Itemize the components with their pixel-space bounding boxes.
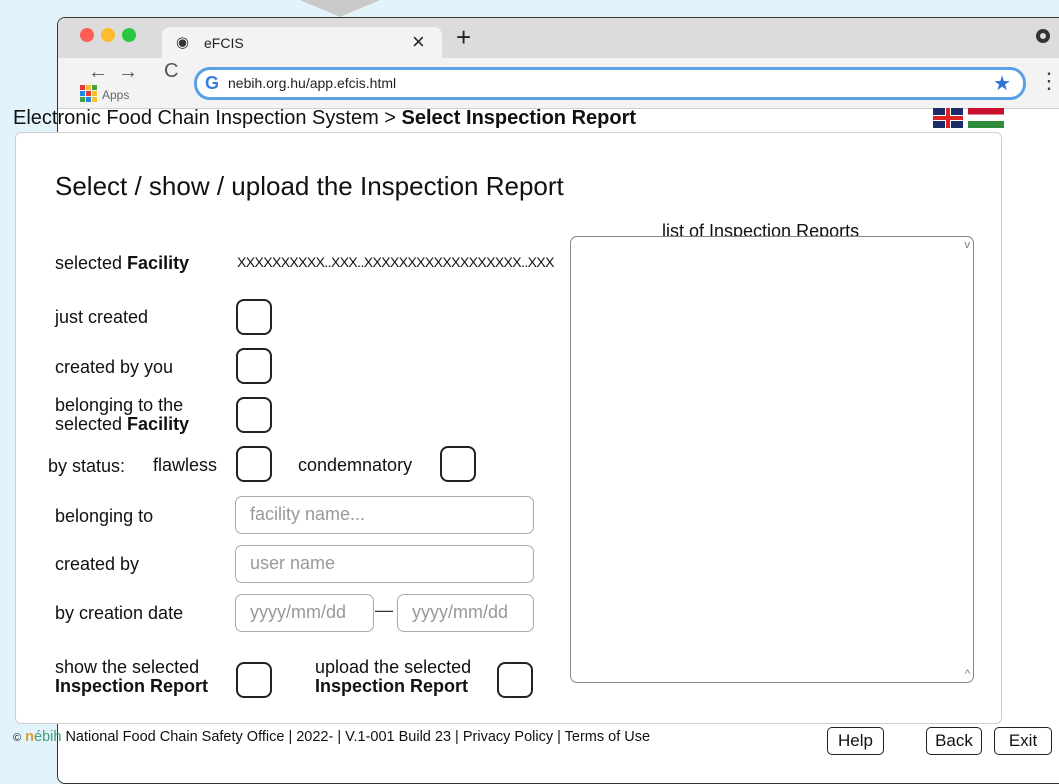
show-selected-report-label: show the selected Inspection Report: [55, 658, 208, 696]
exit-button[interactable]: Exit: [994, 727, 1052, 755]
date-range-dash: —: [375, 600, 393, 620]
english-flag-icon[interactable]: [933, 108, 963, 128]
tab-title: eFCIS: [204, 35, 244, 51]
selected-facility-label: selected Facility: [55, 254, 189, 273]
help-button[interactable]: Help: [827, 727, 884, 755]
page-title: Electronic Food Chain Inspection System …: [13, 107, 636, 130]
show-label-line2: Inspection Report: [55, 675, 209, 696]
belonging-to-selected-facility-label: belonging to the selected Facility: [55, 396, 189, 434]
condemnatory-checkbox[interactable]: [440, 446, 476, 482]
browser-menu-icon[interactable]: ⋮: [1038, 68, 1059, 94]
breadcrumb-separator: >: [378, 107, 402, 129]
copyright-icon: ©: [13, 732, 22, 744]
flawless-checkbox[interactable]: [236, 446, 272, 482]
date-from-input[interactable]: yyyy/mm/dd: [235, 594, 374, 632]
upload-label-line2: Inspection Report: [315, 675, 469, 696]
created-by-you-label: created by you: [55, 357, 174, 377]
address-bar[interactable]: G nebih.org.hu/app.efcis.html ★: [194, 67, 1026, 100]
belonging-label-line1: belonging to the: [55, 395, 184, 415]
just-created-checkbox[interactable]: [236, 299, 272, 335]
belonging-to-label: belonging to: [55, 506, 154, 526]
belonging-label-line2-text: selected: [55, 413, 128, 434]
bookmark-star-icon[interactable]: ★: [993, 71, 1011, 96]
nebih-logo-n: n: [25, 729, 34, 745]
created-by-you-checkbox[interactable]: [236, 348, 272, 384]
zoom-window-dot[interactable]: [122, 28, 136, 42]
back-arrow-icon[interactable]: ←: [88, 61, 108, 84]
close-window-dot[interactable]: [80, 28, 94, 42]
app-name: Electronic Food Chain Inspection System: [13, 107, 379, 129]
apps-grid-icon[interactable]: [80, 85, 97, 102]
footer: © nébih National Food Chain Safety Offic…: [13, 729, 650, 745]
created-by-label: created by: [55, 554, 140, 574]
browser-toolbar: ← → C Apps G nebih.org.hu/app.efcis.html…: [58, 58, 1059, 109]
google-icon: G: [205, 73, 220, 93]
show-selected-report-checkbox[interactable]: [236, 662, 272, 698]
just-created-label: just created: [55, 307, 149, 327]
apps-label[interactable]: Apps: [102, 88, 129, 102]
belonging-to-selected-facility-checkbox[interactable]: [236, 397, 272, 433]
selected-facility-label-bold: Facility: [127, 253, 190, 273]
hungarian-flag-icon[interactable]: [968, 108, 1004, 128]
upload-label-line1: upload the selected: [315, 657, 472, 677]
new-tab-icon[interactable]: +: [456, 22, 471, 53]
date-to-input[interactable]: yyyy/mm/dd: [397, 594, 534, 632]
show-label-line1: show the selected: [55, 657, 200, 677]
browser-titlebar: ◉ eFCIS × +: [58, 18, 1059, 58]
nebih-logo-rest: ébih: [34, 729, 62, 745]
forward-arrow-icon[interactable]: →: [118, 61, 138, 84]
by-status-label: by status:: [48, 456, 126, 476]
flawless-label: flawless: [153, 455, 218, 475]
scroll-down-icon[interactable]: ^: [965, 668, 970, 680]
minimize-window-dot[interactable]: [101, 28, 115, 42]
form-heading: Select / show / upload the Inspection Re…: [55, 171, 564, 201]
condemnatory-label: condemnatory: [298, 455, 413, 475]
footer-text: National Food Chain Safety Office | 2022…: [61, 729, 651, 745]
user-name-input[interactable]: user name: [235, 545, 534, 583]
upload-selected-report-checkbox[interactable]: [497, 662, 533, 698]
facility-name-input[interactable]: facility name...: [235, 496, 534, 534]
belonging-label-line2-bold: Facility: [127, 413, 190, 434]
scroll-up-icon[interactable]: v: [965, 239, 971, 251]
url-text[interactable]: nebih.org.hu/app.efcis.html: [228, 75, 396, 91]
current-page-name: Select Inspection Report: [401, 107, 637, 129]
top-pointer: [300, 0, 380, 17]
upload-selected-report-label: upload the selected Inspection Report: [315, 658, 471, 696]
reload-icon[interactable]: C: [164, 60, 178, 83]
profile-icon[interactable]: [1036, 29, 1050, 43]
creation-date-label: by creation date: [55, 603, 184, 623]
back-button[interactable]: Back: [926, 727, 982, 755]
inspection-report-list[interactable]: v ^: [570, 236, 974, 683]
selected-facility-label-text: selected: [55, 253, 128, 273]
selected-facility-value: XXXXXXXXXX..XXX..XXXXXXXXXXXXXXXXXX..XXX: [237, 254, 554, 270]
tab-close-icon[interactable]: ×: [412, 29, 425, 55]
chrome-icon: ◉: [176, 34, 190, 51]
browser-tab[interactable]: ◉ eFCIS ×: [162, 27, 442, 58]
belonging-label-line2: selected Facility: [55, 413, 190, 434]
